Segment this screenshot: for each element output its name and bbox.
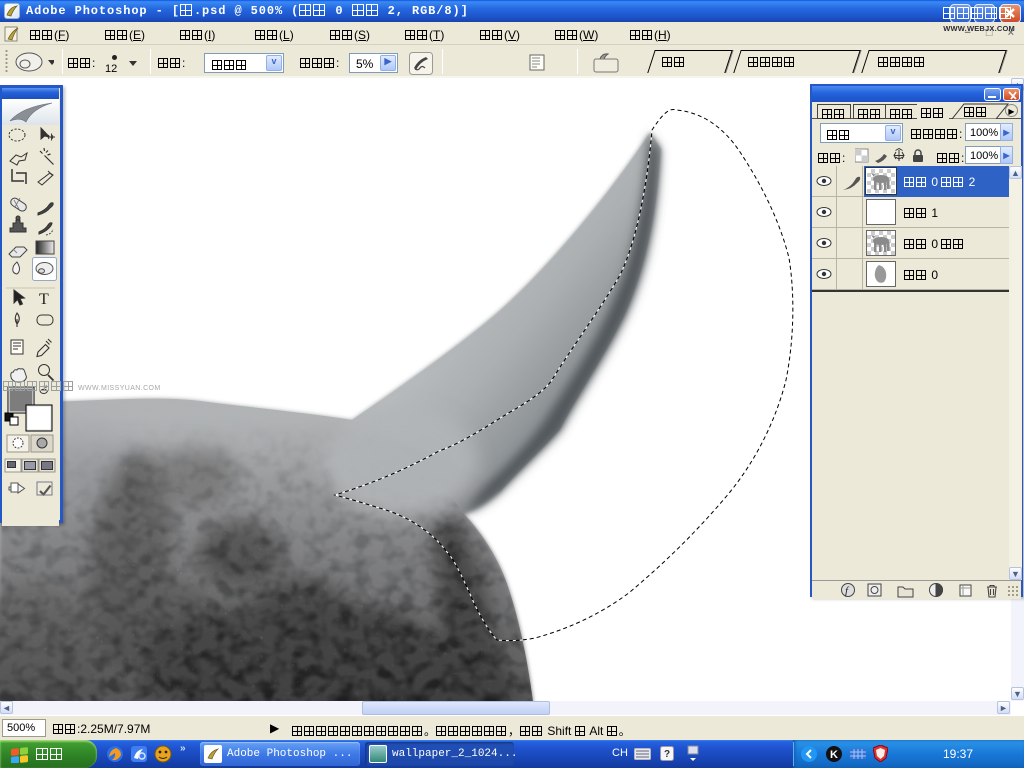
svg-text:T: T [39, 291, 49, 308]
svg-text:?: ? [664, 749, 670, 760]
svg-text:K: K [830, 749, 838, 761]
